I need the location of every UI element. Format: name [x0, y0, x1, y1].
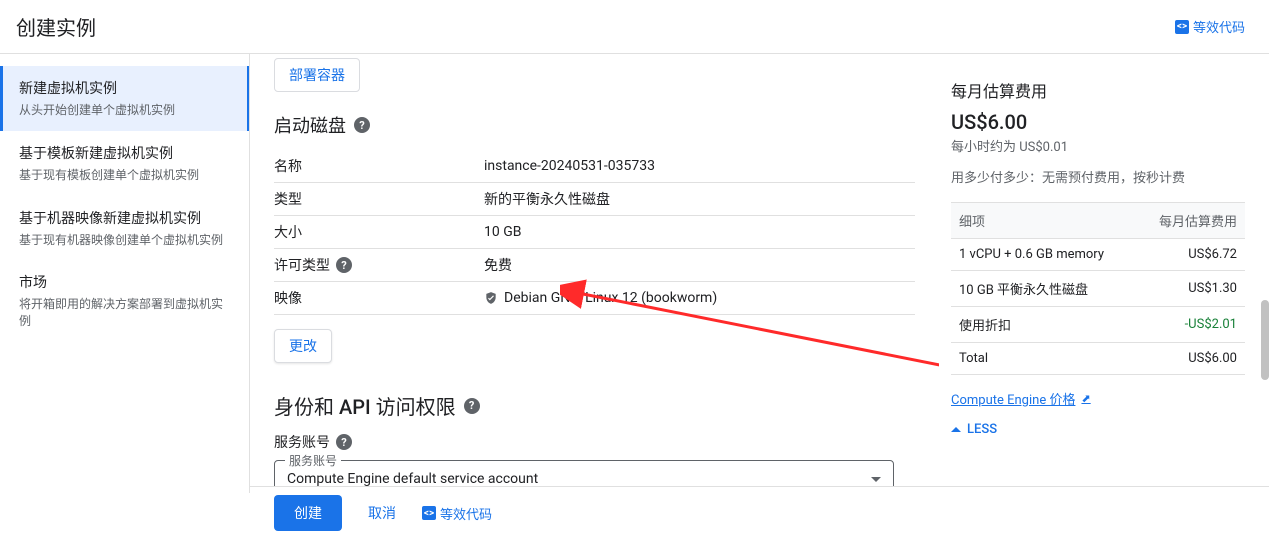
row-key: 名称	[274, 156, 484, 176]
page-header: 创建实例 <> 等效代码	[0, 0, 1269, 54]
row-key: 许可类型 ?	[274, 255, 484, 275]
footer-actions: 创建 取消 <> 等效代码	[250, 486, 1269, 539]
cost-title: 每月估算费用	[951, 78, 1245, 102]
equiv-code-label: 等效代码	[440, 504, 492, 523]
identity-title-text: 身份和 API 访问权限	[274, 391, 456, 420]
cost-item: 1 vCPU + 0.6 GB memory	[951, 239, 1137, 271]
cost-note: 用多少付多少：无需预付费用，按秒计费	[951, 167, 1245, 186]
service-account-label-text: 服务账号	[274, 432, 330, 452]
cost-value: US$1.30	[1137, 271, 1245, 307]
sidebar: 新建虚拟机实例 从头开始创建单个虚拟机实例 基于模板新建虚拟机实例 基于现有模板…	[0, 54, 250, 493]
sidebar-item-template-vm[interactable]: 基于模板新建虚拟机实例 基于现有模板创建单个虚拟机实例	[0, 131, 249, 196]
cost-item: Total	[951, 343, 1137, 375]
cost-price: US$6.00	[951, 110, 1245, 134]
sidebar-item-desc: 将开箱即用的解决方案部署到虚拟机实例	[19, 296, 233, 330]
table-row: 名称 instance-20240531-035733	[274, 150, 915, 183]
help-icon[interactable]: ?	[464, 398, 480, 414]
identity-section-title: 身份和 API 访问权限 ?	[274, 391, 915, 420]
sidebar-item-new-vm[interactable]: 新建虚拟机实例 从头开始创建单个虚拟机实例	[0, 66, 249, 131]
cost-value: US$6.00	[1137, 343, 1245, 375]
sidebar-item-label: 新建虚拟机实例	[19, 78, 231, 98]
image-value-text: Debian GNU/Linux 12 (bookworm)	[504, 290, 717, 306]
row-value: 新的平衡永久性磁盘	[484, 189, 915, 209]
sidebar-item-desc: 从头开始创建单个虚拟机实例	[19, 102, 231, 119]
external-link-icon: ⬈	[1081, 392, 1090, 405]
row-value: 10 GB	[484, 222, 915, 242]
deploy-container-button[interactable]: 部署容器	[274, 58, 360, 92]
shield-icon	[484, 291, 498, 305]
less-toggle[interactable]: LESS	[951, 422, 1245, 437]
help-icon[interactable]: ?	[336, 434, 352, 450]
compute-engine-pricing-link[interactable]: Compute Engine 价格 ⬈	[951, 389, 1091, 408]
row-value: Debian GNU/Linux 12 (bookworm)	[484, 288, 915, 308]
select-value: Compute Engine default service account	[287, 471, 881, 487]
table-row: 1 vCPU + 0.6 GB memory US$6.72	[951, 239, 1245, 271]
table-row: 大小 10 GB	[274, 216, 915, 249]
cost-table: 细项 每月估算费用 1 vCPU + 0.6 GB memory US$6.72…	[951, 202, 1245, 375]
main-content: 部署容器 启动磁盘 ? 名称 instance-20240531-035733 …	[250, 54, 939, 493]
equiv-code-link-footer[interactable]: <> 等效代码	[422, 504, 492, 523]
cost-panel: 每月估算费用 US$6.00 每小时约为 US$0.01 用多少付多少：无需预付…	[939, 54, 1269, 493]
cost-th-cost: 每月估算费用	[1137, 203, 1245, 239]
cost-th-item: 细项	[951, 203, 1137, 239]
service-account-label: 服务账号 ?	[274, 432, 915, 452]
scrollbar-thumb[interactable]	[1261, 300, 1269, 380]
cost-value: -US$2.01	[1137, 307, 1245, 343]
sidebar-item-marketplace[interactable]: 市场 将开箱即用的解决方案部署到虚拟机实例	[0, 260, 249, 342]
boot-disk-title-text: 启动磁盘	[274, 112, 346, 138]
row-key: 映像	[274, 288, 484, 308]
sidebar-item-label: 基于模板新建虚拟机实例	[19, 143, 233, 163]
equiv-code-label: 等效代码	[1193, 17, 1245, 36]
row-key: 大小	[274, 222, 484, 242]
sidebar-item-image-vm[interactable]: 基于机器映像新建虚拟机实例 基于现有机器映像创建单个虚拟机实例	[0, 196, 249, 261]
table-row: Total US$6.00	[951, 343, 1245, 375]
row-value: instance-20240531-035733	[484, 156, 915, 176]
less-label: LESS	[967, 422, 997, 437]
chevron-down-icon	[871, 477, 881, 482]
table-row: 使用折扣 -US$2.01	[951, 307, 1245, 343]
change-button[interactable]: 更改	[274, 329, 332, 363]
sidebar-item-label: 市场	[19, 272, 233, 292]
row-value: 免费	[484, 255, 915, 275]
equiv-code-link-top[interactable]: <> 等效代码	[1175, 17, 1245, 36]
cost-hourly: 每小时约为 US$0.01	[951, 136, 1245, 155]
table-row: 许可类型 ? 免费	[274, 249, 915, 282]
table-row: 10 GB 平衡永久性磁盘 US$1.30	[951, 271, 1245, 307]
sidebar-item-desc: 基于现有模板创建单个虚拟机实例	[19, 167, 233, 184]
select-legend: 服务账号	[285, 452, 341, 469]
code-icon: <>	[422, 506, 436, 520]
sidebar-item-desc: 基于现有机器映像创建单个虚拟机实例	[19, 232, 233, 249]
chevron-up-icon	[951, 427, 961, 432]
cost-value: US$6.72	[1137, 239, 1245, 271]
license-label-text: 许可类型	[274, 255, 330, 275]
select-value-text: Compute Engine default service account	[287, 471, 538, 487]
boot-disk-table: 名称 instance-20240531-035733 类型 新的平衡永久性磁盘…	[274, 150, 915, 315]
pricing-link-text: Compute Engine 价格	[951, 389, 1075, 408]
table-row: 类型 新的平衡永久性磁盘	[274, 183, 915, 216]
help-icon[interactable]: ?	[336, 257, 352, 273]
cost-item: 10 GB 平衡永久性磁盘	[951, 271, 1137, 307]
code-icon: <>	[1175, 20, 1189, 34]
page-title: 创建实例	[16, 12, 96, 41]
table-row: 映像 Debian GNU/Linux 12 (bookworm)	[274, 282, 915, 315]
help-icon[interactable]: ?	[354, 117, 370, 133]
row-key: 类型	[274, 189, 484, 209]
cost-item: 使用折扣	[951, 307, 1137, 343]
create-button[interactable]: 创建	[274, 495, 342, 531]
sidebar-item-label: 基于机器映像新建虚拟机实例	[19, 208, 233, 228]
boot-disk-section-title: 启动磁盘 ?	[274, 112, 915, 138]
cancel-button[interactable]: 取消	[362, 502, 402, 524]
